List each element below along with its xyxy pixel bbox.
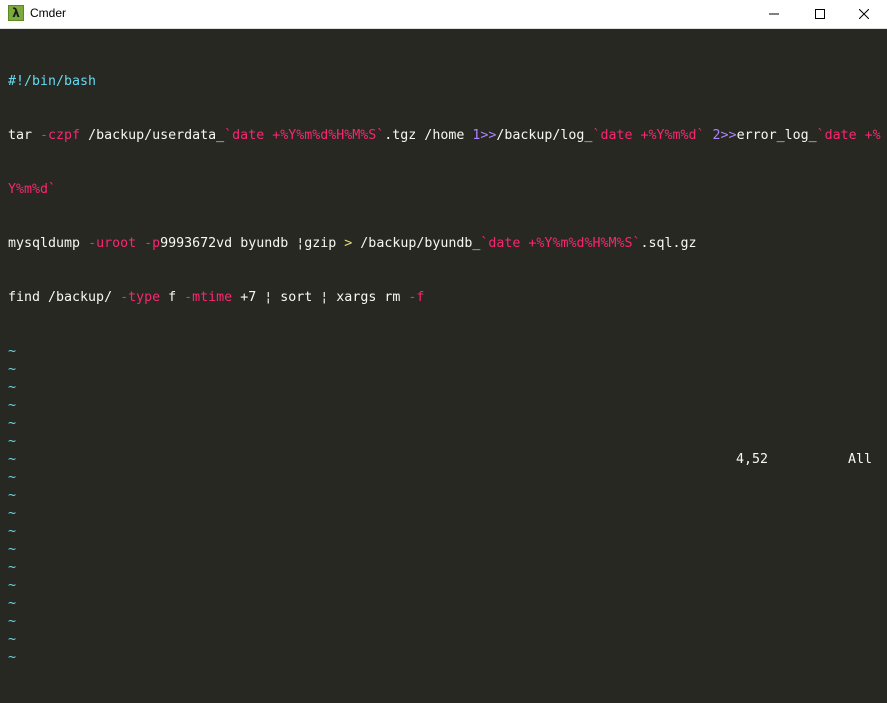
empty-line-marker: ~ bbox=[8, 542, 17, 557]
token: gzip bbox=[304, 236, 345, 251]
token: +7 bbox=[232, 290, 265, 305]
empty-line-marker: ~ bbox=[8, 398, 17, 413]
code-line-1[interactable]: #!/bin/bash bbox=[8, 73, 887, 91]
token: sort bbox=[272, 290, 321, 305]
token: 1>> bbox=[472, 128, 497, 143]
token: xargs rm bbox=[328, 290, 409, 305]
token: mysqldump bbox=[8, 236, 89, 251]
code-line-4[interactable]: find /backup/ -type f -mtime +7 ¦ sort ¦… bbox=[8, 289, 887, 307]
token-flag: -f bbox=[408, 290, 425, 305]
token-subshell: `date +% bbox=[816, 128, 881, 143]
lambda-icon[interactable]: λ bbox=[8, 5, 24, 21]
token: find /backup/ bbox=[8, 290, 121, 305]
empty-line-marker: ~ bbox=[8, 650, 17, 665]
empty-line-marker: ~ bbox=[8, 560, 17, 575]
cursor-position: 4,52 bbox=[736, 452, 769, 467]
title-bar: λ Cmder bbox=[0, 0, 887, 29]
token: f bbox=[160, 290, 185, 305]
code-line-2[interactable]: tar -czpf /backup/userdata_`date +%Y%m%d… bbox=[8, 127, 887, 145]
token-flag: -czpf bbox=[40, 128, 81, 143]
vim-editor-buffer[interactable]: #!/bin/bash tar -czpf /backup/userdata_`… bbox=[8, 37, 887, 703]
code-line-3[interactable]: mysqldump -uroot -p9993672vd byundb ¦gzi… bbox=[8, 235, 887, 253]
token-subshell: `date +%Y%m%d%H%M%S` bbox=[480, 236, 641, 251]
empty-line-marker: ~ bbox=[8, 434, 17, 449]
empty-line-marker: ~ bbox=[8, 632, 17, 647]
token: error_log_ bbox=[736, 128, 817, 143]
scroll-position: All bbox=[848, 452, 873, 467]
token-subshell: Y%m%d` bbox=[8, 182, 57, 197]
vim-status-bar: 4,52 All bbox=[0, 451, 887, 471]
maximize-icon bbox=[815, 9, 825, 19]
empty-line-marker: ~ bbox=[8, 488, 17, 503]
token: tar bbox=[8, 128, 41, 143]
token: 9993672vd byundb bbox=[160, 236, 297, 251]
empty-line-marker: ~ bbox=[8, 596, 17, 611]
token-flag: -p bbox=[144, 236, 161, 251]
token: /backup/userdata_ bbox=[80, 128, 225, 143]
token: .tgz /home bbox=[384, 128, 473, 143]
token: 2>> bbox=[712, 128, 737, 143]
empty-line-marker: ~ bbox=[8, 362, 17, 377]
minimize-icon bbox=[769, 13, 779, 15]
code-line-2-wrap[interactable]: Y%m%d` bbox=[8, 181, 887, 199]
token: /backup/byundb_ bbox=[352, 236, 481, 251]
terminal-pane[interactable]: #!/bin/bash tar -czpf /backup/userdata_`… bbox=[0, 29, 887, 665]
token-subshell: `date +%Y%m%d%H%M%S` bbox=[224, 128, 385, 143]
empty-line-marker: ~ bbox=[8, 380, 17, 395]
empty-line-marker: ~ bbox=[8, 344, 17, 359]
empty-line-marker: ~ bbox=[8, 416, 17, 431]
empty-line-marker: ~ bbox=[8, 506, 17, 521]
token-flag: -uroot bbox=[88, 236, 137, 251]
window-title: Cmder bbox=[30, 6, 67, 20]
token: .sql.gz bbox=[640, 236, 697, 251]
shebang: #!/bin/bash bbox=[8, 74, 97, 89]
empty-line-marker: ~ bbox=[8, 470, 17, 485]
token: /backup/log_ bbox=[496, 128, 593, 143]
token-subshell: `date +%Y%m%d` bbox=[592, 128, 705, 143]
token-flag: -mtime bbox=[184, 290, 233, 305]
maximize-button[interactable] bbox=[797, 0, 843, 28]
empty-line-marker: ~ bbox=[8, 578, 17, 593]
close-button[interactable] bbox=[841, 0, 887, 28]
token-redirect: 2>> bbox=[713, 128, 737, 143]
empty-line-marker: ~ bbox=[8, 524, 17, 539]
empty-lines: ~ ~ ~ ~ ~ ~ ~ ~ ~ ~ ~ ~ ~ ~ ~ ~ ~ ~ bbox=[8, 343, 887, 667]
close-icon bbox=[859, 9, 869, 19]
empty-line-marker: ~ bbox=[8, 614, 17, 629]
token-redirect: 1>> bbox=[472, 128, 496, 143]
token-flag: -type bbox=[120, 290, 161, 305]
minimize-button[interactable] bbox=[751, 0, 797, 28]
